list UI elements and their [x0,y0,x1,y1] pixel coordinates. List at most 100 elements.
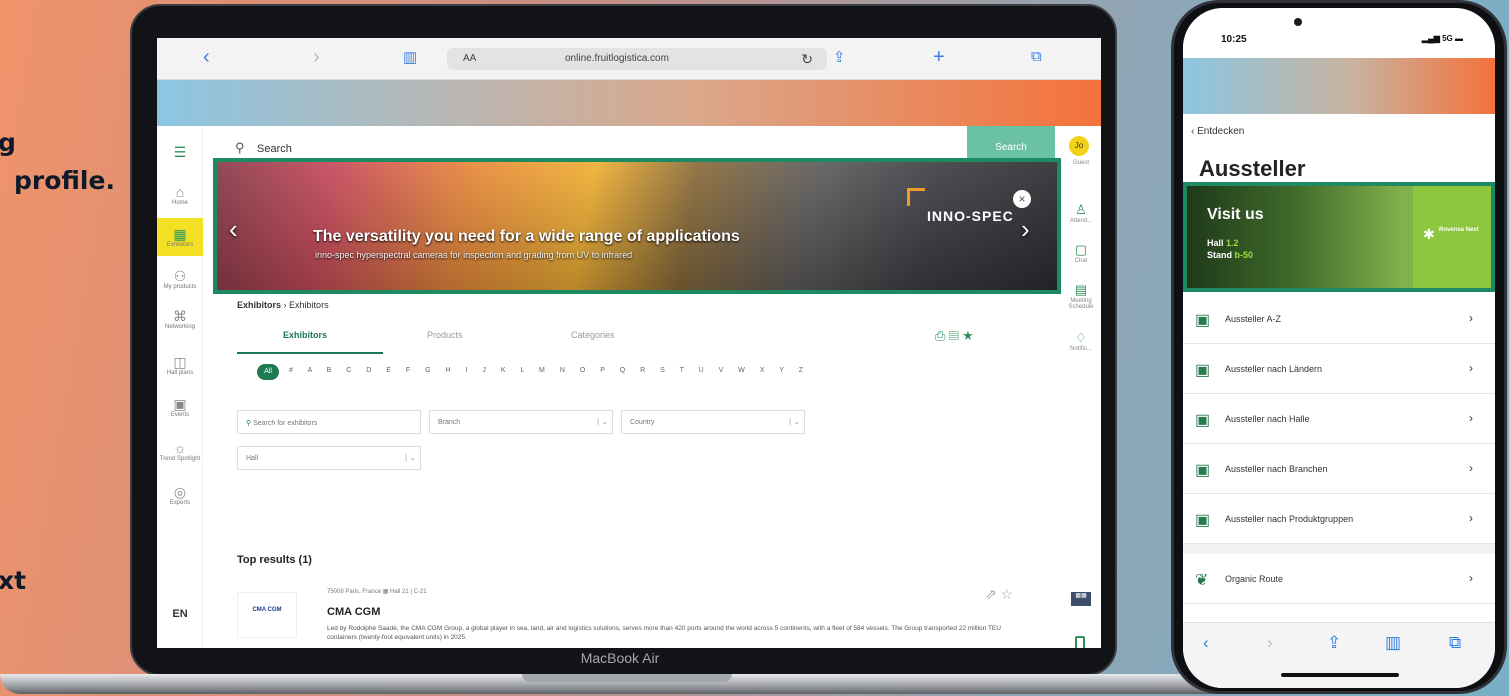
list-item[interactable]: ▣ Aussteller A-Z › [1183,294,1495,344]
brand-star-icon: ✱ [1423,226,1435,242]
print-icon[interactable]: ⎙ [935,328,945,343]
nav-home[interactable]: ⌂ Home [157,184,203,206]
active-tab-indicator [237,352,383,354]
bell-icon: ♢ [1075,330,1087,345]
share-icon[interactable]: ⇪ [1327,633,1341,653]
banner-brand: Rovensa Next [1439,227,1479,233]
book-icon[interactable]: ▥ [403,48,417,66]
breadcrumb: Exhibitors › Exhibitors [237,300,329,310]
share-icon[interactable]: ⇪ [833,48,846,66]
bookmarks-icon[interactable]: ▥ [1385,633,1401,653]
company-name[interactable]: CMA CGM [327,606,380,618]
chevron-down-icon: | ⌄ [404,453,416,462]
nav-networking[interactable]: ⌘ Networking [157,308,203,330]
calendar-icon: ▤ [1074,282,1088,297]
nav-notifications-label: Notific... [1070,346,1092,352]
list-item[interactable]: ▣ Aussteller nach Branchen › [1183,444,1495,494]
nav-experts-label: Experts [169,500,191,506]
tab-actions: ⎙ ▤ ★ [935,328,973,344]
back-icon[interactable]: ‹ [203,46,210,69]
nav-chat-label: Chat [1074,258,1088,264]
calendar-icon[interactable]: ▦▦ [1071,592,1091,606]
banner-stand: Stand b-50 [1207,250,1253,260]
signal-icon: ▂▄▆ [1421,34,1443,43]
list-item[interactable]: ▣ Aussteller nach Produktgruppen › [1183,494,1495,544]
grid-icon: ▣ [1195,312,1211,329]
nav-hall-plans-label: Hall plans [166,370,194,376]
grid-icon: ▣ [1195,462,1211,479]
new-tab-icon[interactable]: + [933,46,945,69]
tab-categories[interactable]: Categories [571,330,615,340]
chevron-right-icon[interactable]: › [1021,214,1030,245]
experts-icon: ◎ [173,484,187,500]
list-item[interactable]: ❦ Organic Route › [1183,554,1495,604]
side-text-line3: xt [0,566,27,595]
chevron-left-icon[interactable]: ‹ [229,214,238,245]
nav-trend[interactable]: ☼ Trend Spotlight [157,440,203,462]
status-bar: 10:25 ▂▄▆ 5G ▬ [1183,8,1495,58]
back-link[interactable]: ‹ Entdecken [1191,126,1244,137]
language-switch[interactable]: EN [157,608,203,620]
tabs-icon[interactable]: ⧉ [1449,633,1461,653]
nav-events[interactable]: ▣ Events [157,396,203,418]
branch-select-label: Branch [438,419,461,426]
nav-menu[interactable]: ☰ [157,144,203,160]
chevron-right-icon: › [1469,461,1473,475]
chevron-right-icon: › [1469,311,1473,325]
nav-notifications[interactable]: ♢ Notific... [1061,330,1101,352]
status-time: 10:25 [1221,34,1247,45]
back-icon[interactable]: ‹ [1203,633,1209,653]
hall-label: Hall [1207,238,1224,248]
forward-icon[interactable]: › [313,46,320,69]
ad-banner[interactable]: INNO-SPEC × ‹ › The versatility you need… [213,158,1061,294]
share-icon[interactable]: ⇗ [985,586,997,602]
avatar[interactable]: Jo [1069,136,1089,156]
exhibitor-search-placeholder: Search for exhibitors [253,420,318,427]
company-actions: ⇗ ☆ [985,586,1013,603]
laptop-notch [522,674,732,682]
export-icon[interactable]: ▤ [949,328,959,343]
address-bar[interactable]: AA online.fruitlogistica.com ↻ [447,48,827,70]
side-text-line1: g [0,128,16,157]
tab-products[interactable]: Products [427,330,463,340]
chevron-right-icon: › [1469,511,1473,525]
phone-icon[interactable] [1075,636,1085,648]
star-outline-icon[interactable]: ☆ [1001,586,1014,602]
network-label: 5G [1442,34,1453,43]
letter-list[interactable]: # A B C D E F G H I J K L M N O P Q R S … [289,367,803,374]
status-signal: ▂▄▆ 5G ▬ [1422,34,1463,43]
nav-exhibitors[interactable]: ▦ Exhibitors [157,218,203,256]
phone-ad-banner[interactable]: Visit us Hall 1.2 Stand b-50 ✱ Rovensa N… [1183,182,1495,292]
chevron-right-icon: › [1469,361,1473,375]
nav-products-label: My products [163,284,197,290]
country-select[interactable]: Country | ⌄ [621,410,805,434]
list-item[interactable]: CMA CGM 75008 Paris, France ▦ Hall 21 | … [237,586,1047,646]
nav-meeting[interactable]: ▤ Meeting Schedule [1061,282,1101,310]
nav-hall-plans[interactable]: ◫ Hall plans [157,354,203,376]
nav-chat[interactable]: ▢ Chat [1061,242,1101,264]
nav-products[interactable]: ⚇ My products [157,268,203,290]
close-icon[interactable]: × [1013,190,1031,208]
tab-exhibitors[interactable]: Exhibitors [283,330,327,340]
hall-value: 1.2 [1226,238,1239,248]
forward-icon[interactable]: › [1267,633,1273,653]
list-item[interactable]: ▣ Aussteller nach Ländern › [1183,344,1495,394]
exhibitor-search-input[interactable]: ⚲ Search for exhibitors [237,410,421,434]
breadcrumb-first[interactable]: Exhibitors [237,300,281,310]
nav-attend[interactable]: ♙ Attend... [1061,202,1101,224]
banner-visit: Visit us [1207,206,1264,223]
reload-icon[interactable]: ↻ [801,51,813,68]
laptop-label: MacBook Air [580,650,660,666]
star-icon[interactable]: ★ [963,328,974,343]
hall-select[interactable]: Hall | ⌄ [237,446,421,470]
tabs-icon[interactable]: ⧉ [1031,48,1042,65]
safari-bottom-bar: ‹ › ⇪ ▥ ⧉ [1183,622,1495,688]
main-content: ☰ ⌂ Home ▦ Exhibitors ⚇ My products ⌘ Networ… [157,126,1101,648]
reader-aa[interactable]: AA [463,53,476,64]
letter-all[interactable]: All [257,364,279,380]
stand-label: Stand [1207,250,1233,260]
leaf-icon: ❦ [1195,572,1209,589]
nav-experts[interactable]: ◎ Experts [157,484,203,506]
branch-select[interactable]: Branch | ⌄ [429,410,613,434]
list-item[interactable]: ▣ Aussteller nach Halle › [1183,394,1495,444]
